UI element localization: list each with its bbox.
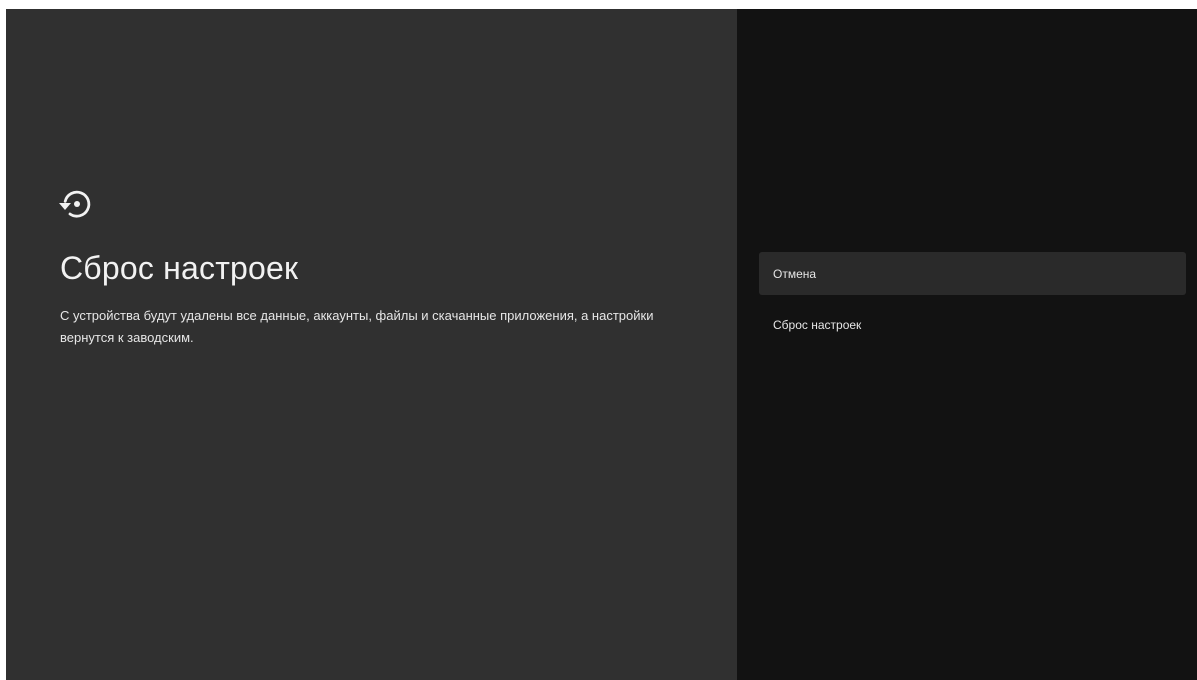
factory-reset-button-label: Сброс настроек xyxy=(773,317,862,332)
factory-reset-button[interactable]: Сброс настроек xyxy=(759,303,1186,346)
restore-icon xyxy=(59,190,91,218)
factory-reset-screen: Сброс настроек С устройства будут удален… xyxy=(6,9,1197,680)
cancel-button-label: Отмена xyxy=(773,266,817,281)
action-list: Отмена Сброс настроек xyxy=(759,252,1186,346)
page-description: С устройства будут удалены все данные, а… xyxy=(60,308,654,345)
actions-pane: Отмена Сброс настроек xyxy=(737,9,1197,680)
info-pane: Сброс настроек С устройства будут удален… xyxy=(6,9,737,680)
cancel-button[interactable]: Отмена xyxy=(759,252,1186,295)
page-title: Сброс настроек xyxy=(60,250,299,286)
